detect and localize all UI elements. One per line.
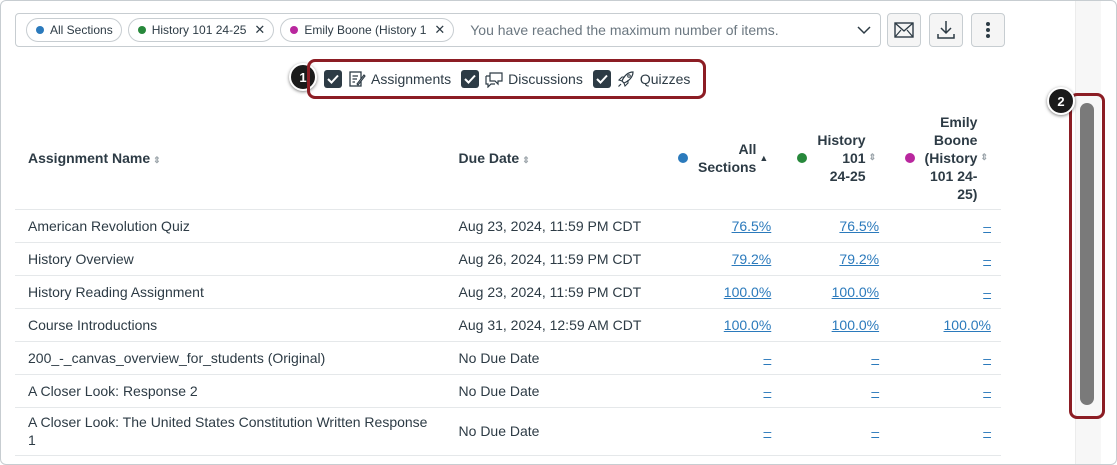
- assignments-table: Assignment Name ⇕ Due Date ⇕ All Sections …: [15, 107, 1001, 456]
- score-link[interactable]: 100.0%: [724, 284, 771, 300]
- filter-pill-label: History 101 24-25: [151, 23, 247, 37]
- assignment-name: A Closer Look: The United States Constit…: [15, 407, 446, 456]
- download-icon: [937, 21, 955, 39]
- due-date: No Due Date: [445, 407, 665, 456]
- filter-pill-emily-boone[interactable]: Emily Boone (History 101 24-25) ✕: [280, 18, 455, 42]
- assignments-label: Assignments: [371, 71, 452, 87]
- score-link[interactable]: 100.0%: [944, 317, 991, 333]
- score-link[interactable]: 100.0%: [832, 284, 879, 300]
- column-header-all-sections[interactable]: All Sections ▲: [664, 107, 782, 210]
- filter-pill-label: Emily Boone (History 101 24-25): [304, 23, 427, 37]
- assignment-name: 200_-_canvas_overview_for_students (Orig…: [15, 341, 446, 375]
- section-color-dot: [677, 152, 688, 163]
- quizzes-label: Quizzes: [639, 71, 691, 87]
- assignment-name: History Overview: [15, 242, 446, 276]
- download-button[interactable]: [929, 13, 963, 47]
- close-icon[interactable]: ✕: [254, 22, 265, 38]
- section-color-dot: [36, 26, 44, 34]
- assignment-name: Course Introductions: [15, 308, 446, 342]
- table-row: History Reading Assignment Aug 23, 2024,…: [15, 275, 1001, 309]
- discussions-toggle[interactable]: Discussions: [461, 70, 583, 88]
- due-date: Aug 31, 2024, 12:59 AM CDT: [445, 308, 665, 342]
- assignment-icon: [349, 71, 366, 87]
- message-students-button[interactable]: [887, 13, 921, 47]
- assignment-name: American Revolution Quiz: [15, 209, 446, 243]
- section-color-dot: [290, 26, 299, 34]
- due-date: Aug 23, 2024, 11:59 PM CDT: [445, 275, 665, 309]
- score-link[interactable]: –: [983, 350, 991, 366]
- assignment-name: History Reading Assignment: [15, 275, 446, 309]
- section-color-dot: [137, 26, 146, 34]
- sort-ascending-icon[interactable]: ▲: [759, 153, 768, 163]
- chevron-down-icon[interactable]: [856, 22, 872, 38]
- score-link[interactable]: –: [983, 251, 991, 267]
- column-header-due-date[interactable]: Due Date ⇕: [445, 107, 665, 210]
- section-color-dot: [904, 152, 915, 163]
- envelope-icon: [894, 22, 914, 38]
- filter-input-placeholder: You have reached the maximum number of i…: [470, 22, 779, 38]
- column-header-assignment-name[interactable]: Assignment Name ⇕: [15, 107, 446, 210]
- due-date: No Due Date: [445, 374, 665, 408]
- column-header-history-101[interactable]: History 101 24-25 ⇕: [781, 107, 890, 210]
- score-link[interactable]: 79.2%: [732, 251, 772, 267]
- score-link[interactable]: 100.0%: [724, 317, 771, 333]
- section-filter-select[interactable]: All Sections History 101 24-25 ✕ Emily B…: [15, 13, 881, 47]
- score-link[interactable]: –: [763, 383, 771, 399]
- score-link[interactable]: –: [763, 350, 771, 366]
- score-link[interactable]: –: [983, 218, 991, 234]
- score-link[interactable]: –: [871, 350, 879, 366]
- score-link[interactable]: –: [871, 383, 879, 399]
- table-row: A Closer Look: The United States Constit…: [15, 407, 1001, 456]
- score-link[interactable]: –: [763, 423, 771, 439]
- column-header-emily-boone[interactable]: Emily Boone (History 101 24- 25) ⇕: [889, 107, 1001, 210]
- checkbox-checked-icon[interactable]: [592, 70, 611, 88]
- score-link[interactable]: 79.2%: [839, 251, 879, 267]
- sort-icon[interactable]: ⇕: [869, 152, 877, 163]
- scrollbar-callout-highlight: [1069, 93, 1105, 419]
- filter-pill-all-sections[interactable]: All Sections: [26, 18, 122, 42]
- checkbox-checked-icon[interactable]: [324, 70, 342, 88]
- content-type-filters: Assignments Discussions Quizzes: [307, 59, 706, 99]
- filter-pill-history-101[interactable]: History 101 24-25 ✕: [127, 18, 275, 42]
- callout-badge-2: 2: [1047, 87, 1075, 115]
- section-color-dot: [797, 152, 808, 163]
- filter-pill-label: All Sections: [50, 23, 113, 37]
- due-date: Aug 26, 2024, 11:59 PM CDT: [445, 242, 665, 276]
- discussions-label: Discussions: [508, 71, 583, 87]
- kebab-menu-icon: [986, 22, 990, 38]
- sort-icon[interactable]: ⇕: [522, 155, 530, 165]
- due-date: No Due Date: [445, 341, 665, 375]
- quiz-icon: [617, 71, 634, 88]
- due-date: Aug 23, 2024, 11:59 PM CDT: [445, 209, 665, 243]
- table-row: 200_-_canvas_overview_for_students (Orig…: [15, 341, 1001, 375]
- table-row: History Overview Aug 26, 2024, 11:59 PM …: [15, 242, 1001, 276]
- score-link[interactable]: –: [983, 284, 991, 300]
- checkbox-checked-icon[interactable]: [461, 70, 480, 88]
- score-link[interactable]: 76.5%: [732, 218, 772, 234]
- close-icon[interactable]: ✕: [434, 22, 445, 38]
- assignments-toggle[interactable]: Assignments: [324, 70, 451, 88]
- assignment-name: A Closer Look: Response 2: [15, 374, 446, 408]
- more-options-button[interactable]: [971, 13, 1005, 47]
- score-link[interactable]: 100.0%: [832, 317, 879, 333]
- table-row: American Revolution Quiz Aug 23, 2024, 1…: [15, 209, 1001, 243]
- quizzes-toggle[interactable]: Quizzes: [592, 70, 691, 88]
- sort-icon[interactable]: ⇕: [980, 152, 988, 163]
- course-analytics-panel: All Sections History 101 24-25 ✕ Emily B…: [0, 0, 1117, 465]
- score-link[interactable]: –: [983, 423, 991, 439]
- table-row: A Closer Look: Response 2 No Due Date – …: [15, 374, 1001, 408]
- score-link[interactable]: 76.5%: [839, 218, 879, 234]
- score-link[interactable]: –: [983, 383, 991, 399]
- score-link[interactable]: –: [871, 423, 879, 439]
- discussion-icon: [485, 72, 503, 88]
- table-header-row: Assignment Name ⇕ Due Date ⇕ All Sections …: [15, 107, 1001, 210]
- sort-icon[interactable]: ⇕: [153, 155, 161, 165]
- table-row: Course Introductions Aug 31, 2024, 12:59…: [15, 308, 1001, 342]
